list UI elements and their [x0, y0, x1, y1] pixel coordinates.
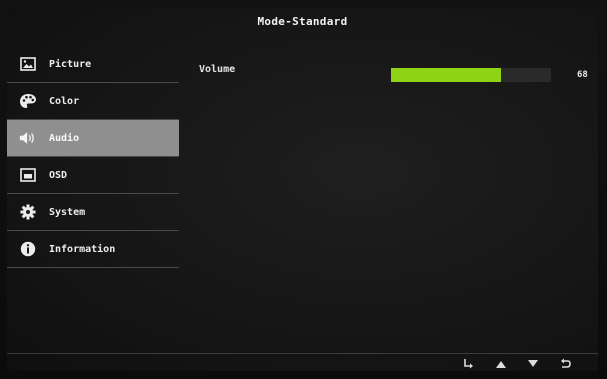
sidebar-item-audio[interactable]: Audio: [7, 120, 179, 157]
sidebar-item-label: Information: [49, 243, 116, 255]
up-arrow-icon[interactable]: [494, 357, 508, 371]
gear-icon: [19, 203, 37, 221]
volume-slider[interactable]: [391, 68, 551, 82]
palette-icon: [19, 92, 37, 110]
sidebar-item-information[interactable]: Information: [7, 231, 179, 268]
picture-icon: [19, 55, 37, 73]
sidebar-item-system[interactable]: System: [7, 194, 179, 231]
sidebar-item-label: OSD: [49, 169, 68, 181]
key-guide-bar: [7, 353, 598, 372]
enter-icon[interactable]: [462, 357, 476, 371]
sidebar-item-label: Picture: [49, 58, 92, 70]
osd-sidebar: Picture Color Audio OSD System Informati…: [7, 46, 179, 268]
info-icon: [19, 240, 37, 258]
volume-slider-fill: [391, 68, 501, 82]
osd-window-icon: [19, 166, 37, 184]
down-arrow-icon[interactable]: [526, 357, 540, 371]
volume-label: Volume: [199, 64, 236, 75]
sidebar-item-label: Audio: [49, 132, 80, 144]
monitor-screen: Mode-Standard Picture Color Audio OSD Sy…: [0, 0, 607, 379]
sidebar-item-osd[interactable]: OSD: [7, 157, 179, 194]
volume-value: 68: [577, 70, 588, 80]
osd-title: Mode-Standard: [257, 14, 348, 28]
sidebar-item-label: Color: [49, 95, 80, 107]
speaker-icon: [19, 129, 37, 147]
sidebar-item-label: System: [49, 206, 86, 218]
sidebar-item-picture[interactable]: Picture: [7, 46, 179, 83]
sidebar-item-color[interactable]: Color: [7, 83, 179, 120]
return-icon[interactable]: [558, 357, 572, 371]
osd-menu-panel: Mode-Standard Picture Color Audio OSD Sy…: [7, 8, 598, 371]
